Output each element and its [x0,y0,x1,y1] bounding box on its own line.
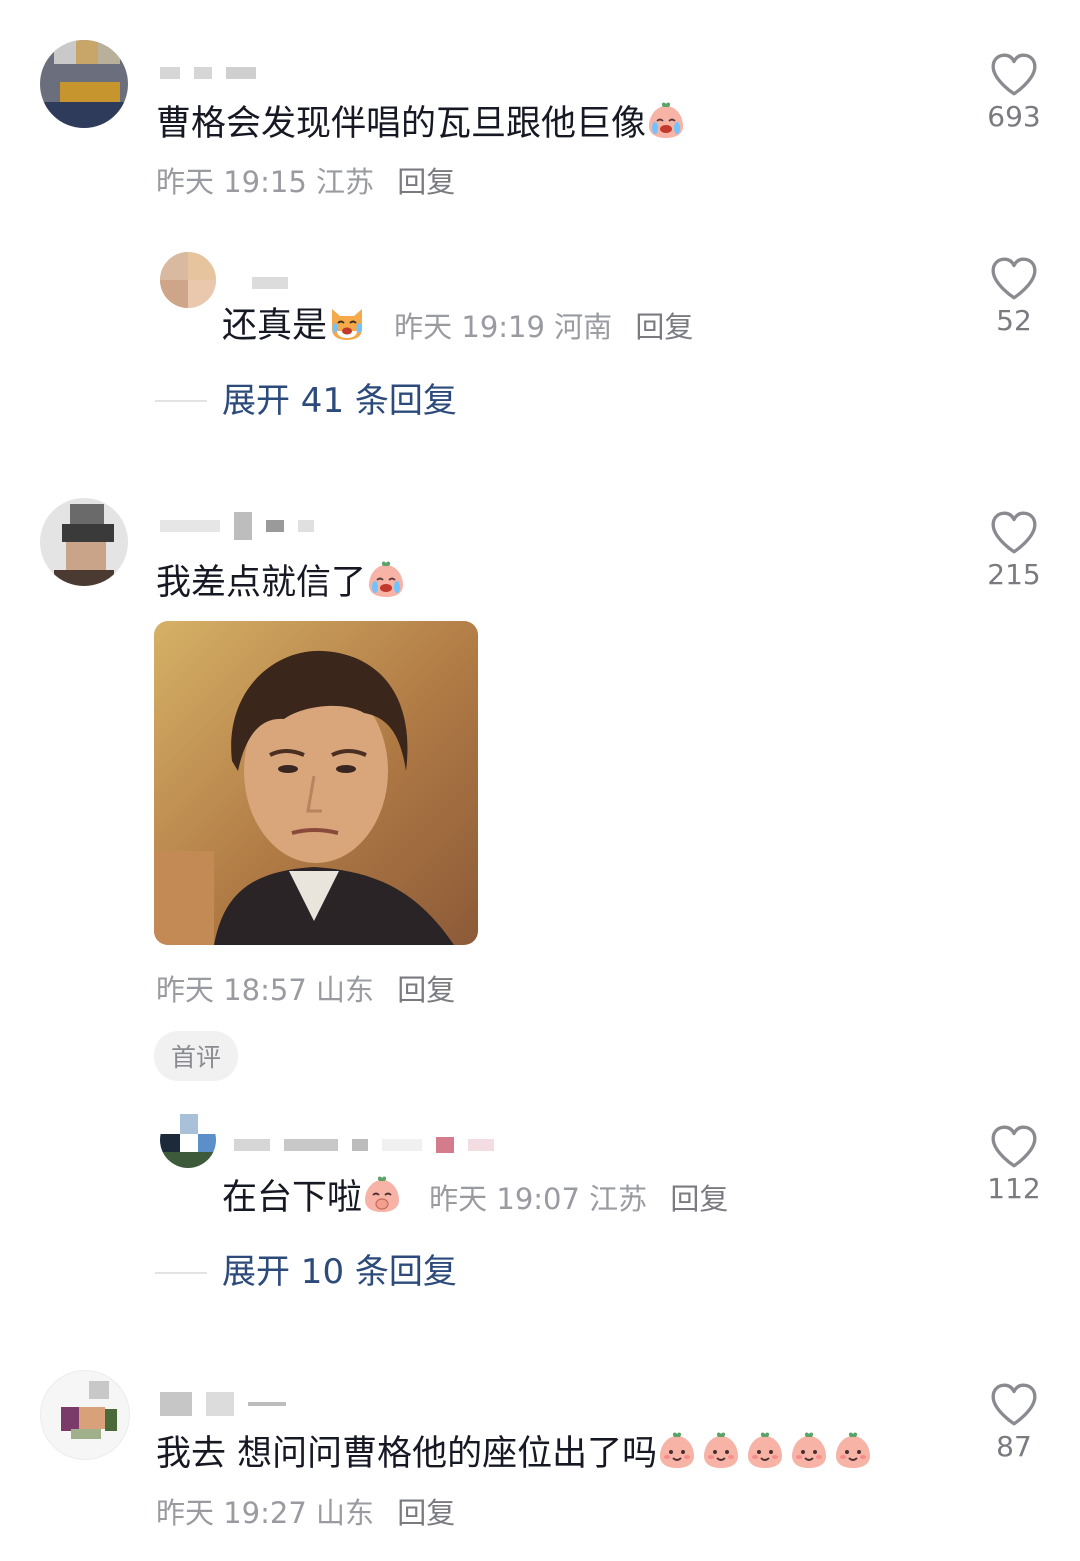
avatar[interactable] [160,252,216,308]
timestamp: 昨天 19:27 [156,1496,307,1530]
reply-text: 在台下啦 昨天 19:07 江苏 回复 [222,1176,728,1221]
like-button[interactable]: 87 [974,1382,1054,1463]
location: 山东 [316,1496,375,1530]
like-count: 52 [996,304,1032,337]
avatar[interactable] [40,40,128,128]
like-count: 215 [987,558,1041,591]
like-count: 87 [996,1430,1032,1463]
expand-replies-button[interactable]: 展开 10 条回复 [222,1252,457,1292]
crying-laughing-peach-emoji [646,101,686,141]
like-button[interactable]: 215 [974,510,1054,591]
avatar[interactable] [40,1370,130,1460]
reply-button[interactable]: 回复 [635,310,693,344]
reply-text: 还真是 昨天 19:19 河南 回复 [222,304,693,349]
timestamp: 昨天 19:19 [394,310,545,344]
location: 江苏 [589,1182,648,1216]
crying-laughing-peach-emoji [366,560,406,600]
reply-button[interactable]: 回复 [670,1182,728,1216]
heart-icon [989,1124,1039,1170]
username-blurred[interactable] [160,512,328,540]
shy-peach-emoji [362,1175,402,1215]
avatar[interactable] [40,498,128,586]
username-blurred[interactable] [252,272,302,289]
username-blurred[interactable] [160,1392,300,1416]
heart-icon [989,52,1039,98]
heart-icon [989,510,1039,556]
username-blurred[interactable] [234,1134,508,1153]
laughing-cat-emoji [327,303,367,343]
reply-button[interactable]: 回复 [397,1496,455,1530]
reply-button[interactable]: 回复 [397,973,455,1007]
smiling-peach-emoji [657,1431,697,1471]
comment-image[interactable] [154,621,478,945]
location: 山东 [316,973,375,1007]
avatar[interactable] [160,1112,216,1168]
like-button[interactable]: 52 [974,256,1054,337]
like-button[interactable]: 693 [974,52,1054,133]
comment-meta: 昨天 18:57 山东 回复 [156,972,455,1008]
location: 江苏 [316,165,375,199]
smiling-peach-emoji [833,1431,873,1471]
divider [155,1272,207,1274]
smiling-peach-emoji [789,1431,829,1471]
like-count: 112 [987,1172,1041,1205]
divider [155,400,207,402]
smiling-peach-emoji [745,1431,785,1471]
smiling-peach-emoji [701,1431,741,1471]
heart-icon [989,256,1039,302]
first-comment-badge: 首评 [154,1031,239,1081]
like-count: 693 [987,100,1041,133]
comment-meta: 昨天 19:15 江苏 回复 [156,164,455,200]
timestamp: 昨天 19:07 [429,1182,580,1216]
skeptical-man-meme-image [154,621,478,945]
heart-icon [989,1382,1039,1428]
username-blurred[interactable] [160,62,270,79]
comment-text: 我去 想问问曹格他的座位出了吗 [156,1432,873,1476]
location: 河南 [554,310,613,344]
reply-button[interactable]: 回复 [397,165,455,199]
like-button[interactable]: 112 [974,1124,1054,1205]
timestamp: 昨天 18:57 [156,973,307,1007]
comment-text: 我差点就信了 [156,561,406,605]
comment-text: 曹格会发现伴唱的瓦旦跟他巨像 [156,102,686,146]
comment-meta: 昨天 19:27 山东 回复 [156,1495,455,1531]
timestamp: 昨天 19:15 [156,165,307,199]
expand-replies-button[interactable]: 展开 41 条回复 [222,381,457,421]
